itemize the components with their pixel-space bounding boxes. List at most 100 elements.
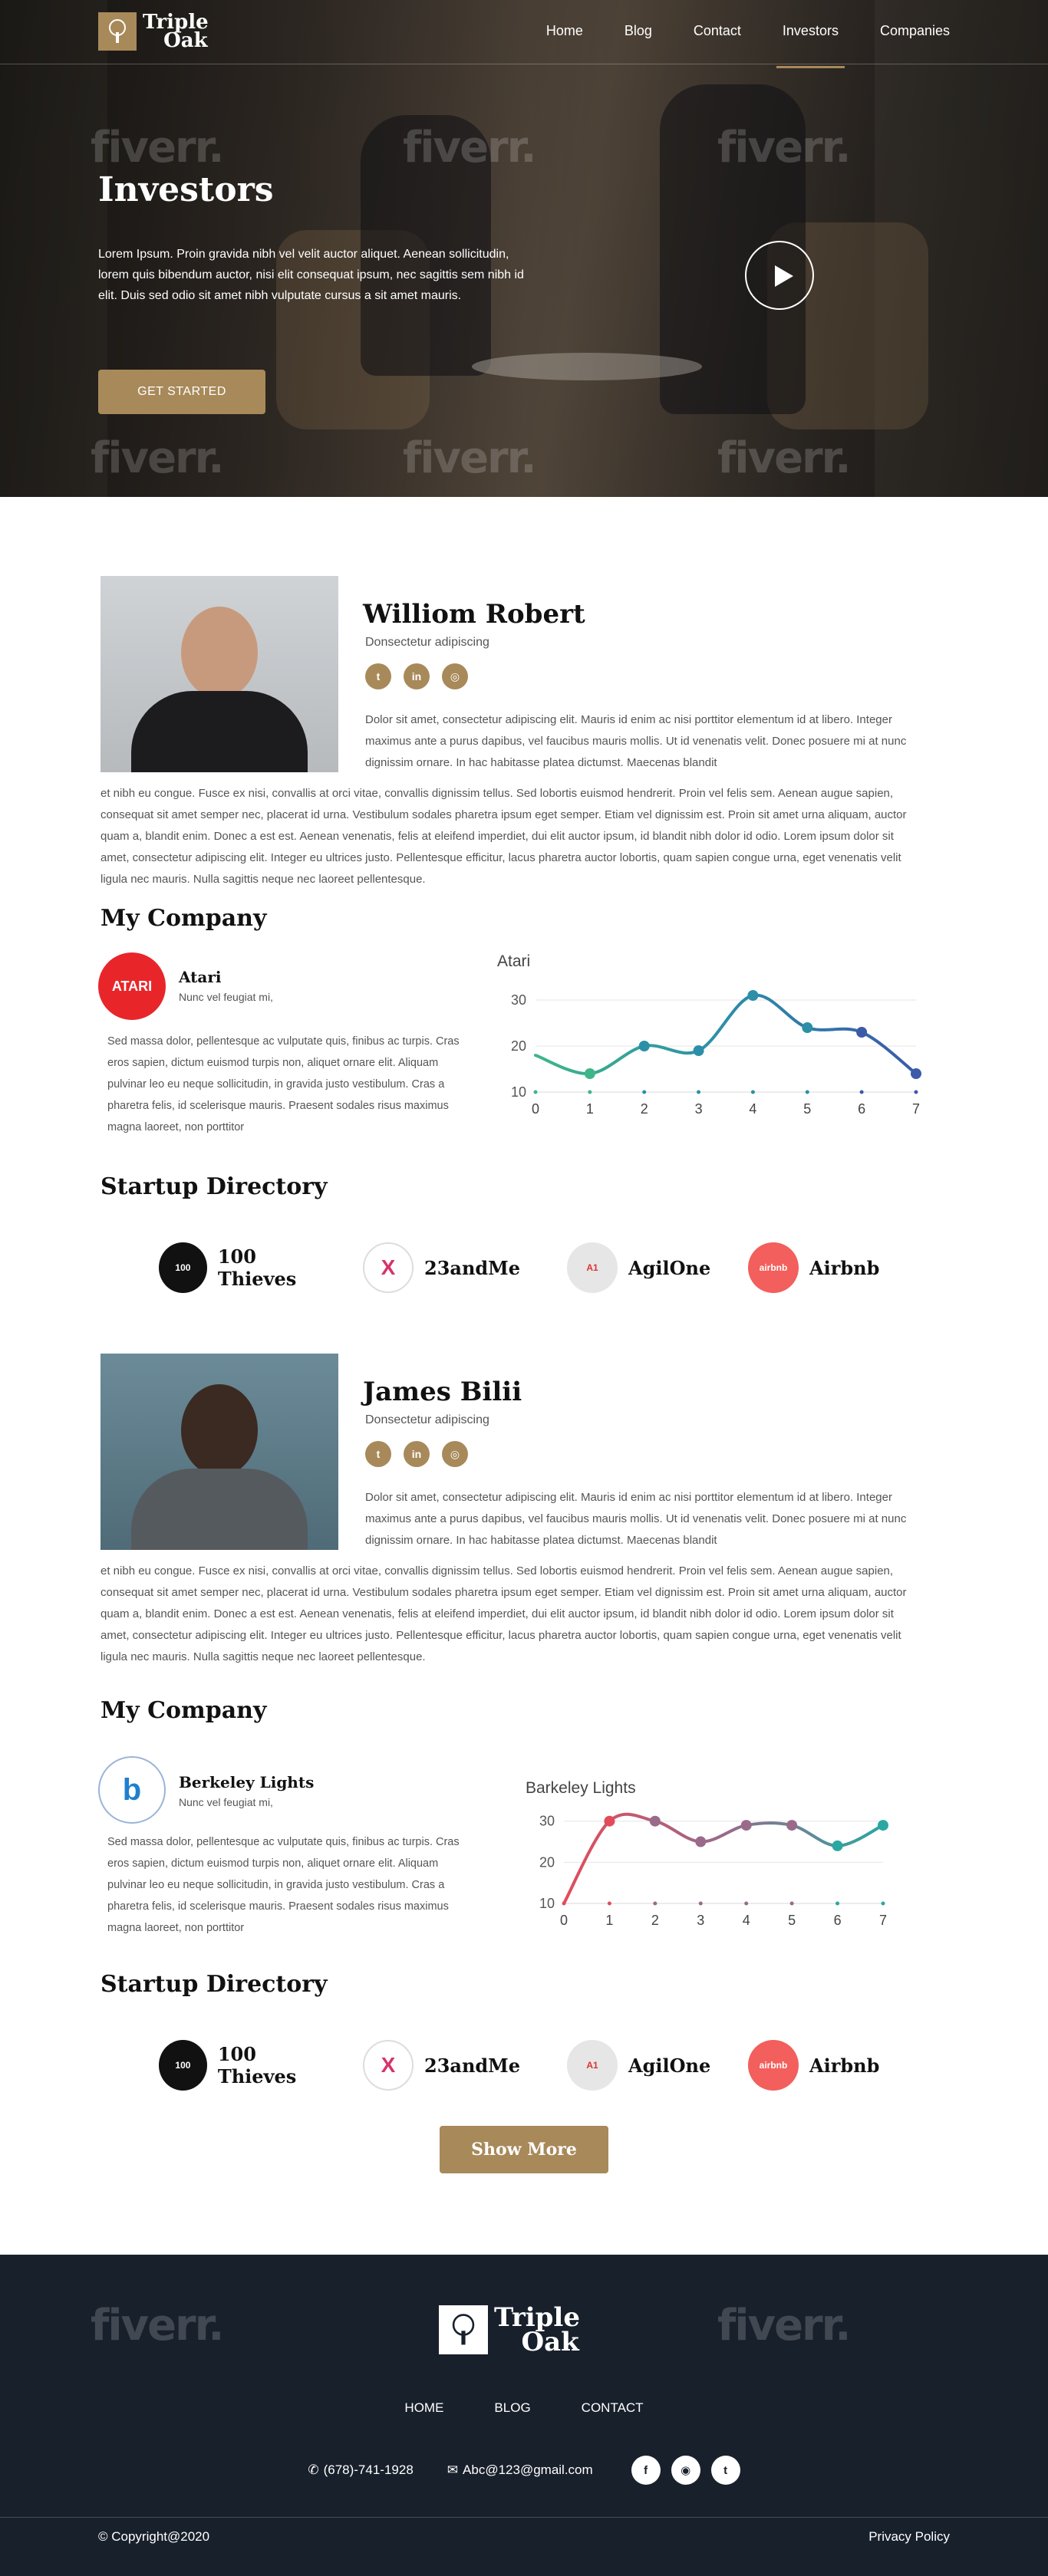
privacy-policy-link[interactable]: Privacy Policy bbox=[868, 2529, 950, 2545]
baseline-dot bbox=[607, 1901, 611, 1906]
directory-item-100-thieves[interactable]: 100 100 Thieves bbox=[159, 2040, 335, 2091]
startup-directory: 100 100 Thieves X 23andMe A1 AgilOne air… bbox=[159, 2040, 924, 2091]
investor-subtitle: Donsectetur adipiscing bbox=[365, 636, 489, 649]
directory-item-agilone[interactable]: A1 AgilOne bbox=[567, 1242, 720, 1293]
baseline-dot bbox=[588, 1090, 592, 1094]
linkedin-icon[interactable]: in bbox=[404, 663, 430, 689]
baseline-dot bbox=[744, 1901, 749, 1906]
line-chart: 10 20 30 0 1 2 3 4 5 6 7 bbox=[511, 990, 921, 1117]
x-tick-label: 2 bbox=[641, 1101, 648, 1117]
agilone-logo: A1 bbox=[567, 2040, 618, 2091]
data-point bbox=[693, 1045, 704, 1056]
data-point bbox=[878, 1820, 888, 1831]
watermark: fiverr. bbox=[717, 433, 852, 483]
brand-wordmark: Triple Oak bbox=[143, 11, 209, 52]
x-tick-label: 5 bbox=[788, 1913, 796, 1928]
email-address: Abc@123@gmail.com bbox=[463, 2462, 593, 2477]
footer-socials: f ◉ t bbox=[631, 2456, 740, 2485]
data-point bbox=[786, 1820, 798, 1831]
x-tick-label: 7 bbox=[912, 1101, 920, 1117]
phone-icon: ✆ bbox=[308, 2462, 319, 2477]
top-nav: Triple Oak Home Blog Contact Investors C… bbox=[0, 0, 1048, 68]
watermark: fiverr. bbox=[403, 123, 537, 173]
data-point bbox=[649, 1815, 661, 1827]
nav-contact[interactable]: Contact bbox=[694, 23, 741, 39]
investor-socials: t in ◎ bbox=[365, 663, 468, 689]
directory-item-airbnb[interactable]: airbnb Airbnb bbox=[748, 2040, 924, 2091]
oak-tree-icon bbox=[439, 2305, 488, 2354]
baseline-dot bbox=[697, 1090, 701, 1094]
directory-item-23andme[interactable]: X 23andMe bbox=[363, 2040, 539, 2091]
footer-phone[interactable]: ✆ (678)-741-1928 bbox=[308, 2462, 413, 2478]
directory-item-name: Airbnb bbox=[809, 1256, 880, 1279]
x-tick-label: 6 bbox=[858, 1101, 865, 1117]
watermark: fiverr. bbox=[91, 123, 225, 173]
company-name: Berkeley Lights bbox=[179, 1773, 315, 1791]
data-point bbox=[638, 1041, 650, 1051]
directory-item-agilone[interactable]: A1 AgilOne bbox=[567, 2040, 720, 2091]
twitter-icon[interactable]: t bbox=[710, 2456, 740, 2485]
100-thieves-logo: 100 bbox=[159, 1242, 207, 1293]
directory-item-airbnb[interactable]: airbnb Airbnb bbox=[748, 1242, 924, 1293]
linkedin-icon[interactable]: in bbox=[404, 1441, 430, 1467]
nav-links: Home Blog Contact Investors Companies bbox=[546, 23, 950, 68]
oak-tree-icon bbox=[98, 12, 137, 51]
atari-logo: ATARI bbox=[98, 952, 166, 1020]
airbnb-logo: airbnb bbox=[748, 1242, 799, 1293]
data-point bbox=[740, 1820, 752, 1831]
company-description: Sed massa dolor, pellentesque ac vulputa… bbox=[107, 1836, 460, 1934]
facebook-icon[interactable]: f bbox=[631, 2456, 661, 2485]
nav-home[interactable]: Home bbox=[546, 23, 583, 39]
investor-photo bbox=[101, 576, 338, 772]
footer-email[interactable]: ✉ Abc@123@gmail.com bbox=[447, 2462, 593, 2478]
baseline-dot bbox=[881, 1901, 885, 1906]
23andme-logo: X bbox=[363, 1242, 414, 1293]
airbnb-logo: airbnb bbox=[748, 2040, 799, 2091]
data-point bbox=[747, 990, 759, 1001]
data-point bbox=[802, 1022, 813, 1033]
footer-brand-logo[interactable]: Triple Oak bbox=[439, 2305, 580, 2355]
footer: fiverr. fiverr. Triple Oak HOME BLOG CON… bbox=[0, 2255, 1048, 2576]
twitter-icon[interactable]: t bbox=[365, 663, 391, 689]
investor-subtitle: Donsectetur adipiscing bbox=[365, 1413, 489, 1426]
globe-icon[interactable]: ◎ bbox=[442, 663, 468, 689]
show-more-button[interactable]: Show More bbox=[440, 2126, 608, 2173]
phone-number: (678)-741-1928 bbox=[323, 2462, 414, 2477]
investor-socials: t in ◎ bbox=[365, 1441, 468, 1467]
baseline-dot bbox=[789, 1901, 794, 1906]
footer-contact: ✆ (678)-741-1928 ✉ Abc@123@gmail.com f ◉ t bbox=[0, 2456, 1048, 2485]
directory-item-23andme[interactable]: X 23andMe bbox=[363, 1242, 539, 1293]
x-tick-label: 3 bbox=[697, 1913, 704, 1928]
footer-link-contact[interactable]: CONTACT bbox=[582, 2400, 644, 2416]
nav-investors[interactable]: Investors bbox=[776, 23, 845, 68]
baseline-dot bbox=[698, 1901, 703, 1906]
company-chart-atari: Atari 10 20 30 0 1 2 3 4 5 6 7 bbox=[497, 952, 927, 1137]
directory-item-name: 100 Thieves bbox=[217, 1245, 297, 1290]
nav-blog[interactable]: Blog bbox=[625, 23, 652, 39]
company-tagline: Nunc vel feugiat mi, bbox=[179, 991, 273, 1003]
footer-link-blog[interactable]: BLOG bbox=[494, 2400, 530, 2416]
agilone-logo: A1 bbox=[567, 1242, 618, 1293]
instagram-icon[interactable]: ◉ bbox=[671, 2456, 700, 2485]
x-tick-label: 2 bbox=[651, 1913, 659, 1928]
watermark: fiverr. bbox=[403, 433, 537, 483]
globe-icon[interactable]: ◎ bbox=[442, 1441, 468, 1467]
y-tick-label: 10 bbox=[511, 1084, 526, 1100]
data-point bbox=[911, 1068, 921, 1079]
brand-logo[interactable]: Triple Oak bbox=[98, 12, 209, 51]
x-tick-label: 0 bbox=[560, 1913, 568, 1928]
nav-companies[interactable]: Companies bbox=[880, 23, 950, 39]
directory-item-100-thieves[interactable]: 100 100 Thieves bbox=[159, 1242, 335, 1293]
x-tick-label: 6 bbox=[834, 1913, 842, 1928]
x-tick-label: 1 bbox=[605, 1913, 613, 1928]
100-thieves-logo: 100 bbox=[159, 2040, 207, 2091]
y-tick-label: 20 bbox=[511, 1038, 526, 1054]
watermark: fiverr. bbox=[91, 433, 225, 483]
baseline-dot bbox=[653, 1901, 657, 1906]
get-started-button[interactable]: GET STARTED bbox=[98, 370, 265, 414]
photo-head bbox=[181, 607, 258, 699]
twitter-icon[interactable]: t bbox=[365, 1441, 391, 1467]
watermark: fiverr. bbox=[91, 2301, 225, 2351]
footer-link-home[interactable]: HOME bbox=[404, 2400, 443, 2416]
play-video-button[interactable] bbox=[745, 241, 814, 310]
